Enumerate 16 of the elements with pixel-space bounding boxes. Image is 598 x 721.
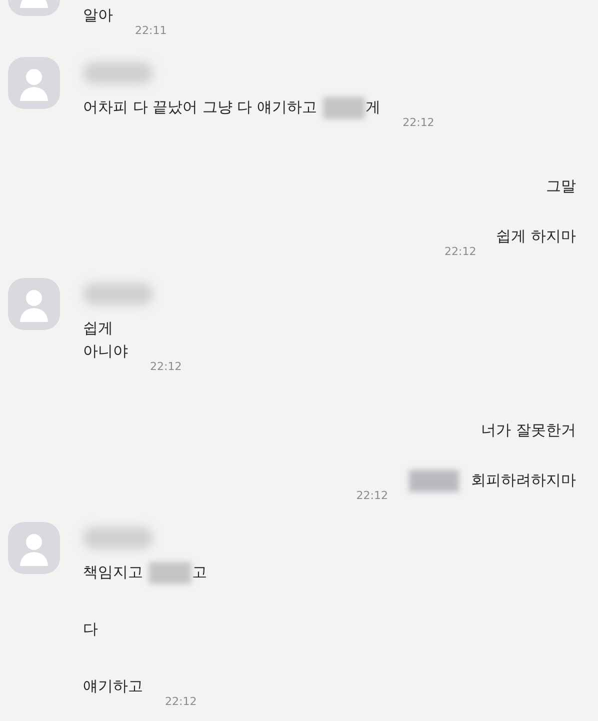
- message-text: 쉽게 하지마: [496, 226, 576, 247]
- message-text: 어차피 다 끝났어 그냥 다 얘기하고 게: [83, 96, 381, 119]
- message-time: 22:12: [402, 116, 434, 129]
- message-text: 책임지고 고: [83, 561, 207, 584]
- message-text: 다: [83, 619, 98, 640]
- message-time: 22:12: [444, 245, 476, 258]
- message-text: 회피하려하지마: [408, 469, 576, 492]
- message-time: 22:12: [165, 695, 197, 708]
- message-time: 22:11: [135, 24, 167, 37]
- message-time: 22:12: [150, 360, 182, 373]
- message-text: 쉽게 아니야: [83, 318, 128, 362]
- message-text: 알아: [83, 5, 113, 26]
- message-time: 22:12: [356, 489, 388, 502]
- message-text: 그말: [546, 176, 576, 197]
- message-text: 얘기하고: [83, 676, 143, 697]
- message-text: 너가 잘못한거: [481, 420, 576, 441]
